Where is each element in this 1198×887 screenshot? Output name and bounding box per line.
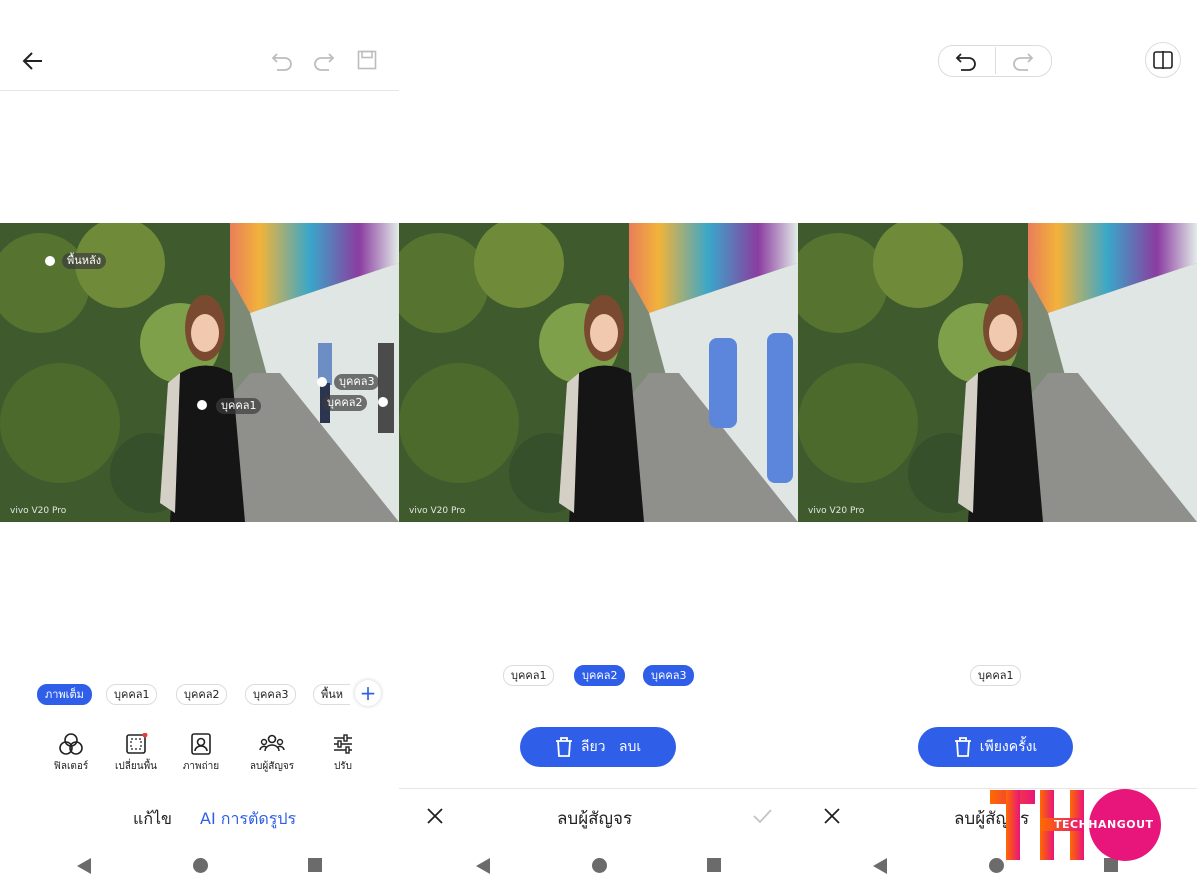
add-chip-button[interactable]: + [355,680,381,706]
portrait-icon [191,733,211,755]
chip-person1[interactable]: บุคคล1 [503,665,555,686]
chip-person2[interactable]: บุคคล2 [574,665,626,686]
delete-button[interactable]: เพียงครั้งเ [918,727,1073,767]
trash-icon [555,737,572,757]
chip-person3[interactable]: บุคคล3 [643,665,695,686]
redo-icon[interactable] [1012,51,1034,71]
footer-divider [399,788,798,789]
chip-person1[interactable]: บุคคล1 [970,665,1022,686]
photo-canvas[interactable]: พื้นหลัง บุคคล1 บุคคล3 บุคคล2 vivo V20 P… [0,223,399,522]
background-tag[interactable]: พื้นหลัง [62,253,107,269]
remove-passerby-panel-select: vivo V20 Pro บุคคล1 บุคคล2 บุคคล3 ลียว ล… [399,0,798,887]
nav-recents-button[interactable] [707,858,721,872]
nav-home-button[interactable] [193,858,208,873]
chip-full-image[interactable]: ภาพเต็ม [37,684,92,705]
chip-background[interactable]: พื้นห [313,684,351,705]
confirm-check-icon[interactable] [752,808,772,824]
chip-person3[interactable]: บุคคล3 [245,684,297,705]
compare-icon [1153,51,1173,69]
tool-change-background-label: เปลี่ยนพื้น [114,761,158,772]
filter-icon [59,733,83,755]
remove-passerby-panel-result: vivo V20 Pro บุคคล1 เพียงครั้งเ ลบผู้สัญ… [798,0,1197,887]
adjust-icon [334,734,352,754]
tool-remove-passerby-label: ลบผู้สัญจร [249,761,295,772]
person2-point[interactable] [378,397,388,407]
nav-recents-button[interactable] [308,858,322,872]
remove-passerby-icon [259,734,285,752]
nav-back-button[interactable] [476,858,490,874]
undo-icon[interactable] [271,51,293,71]
tool-remove-passerby[interactable]: ลบผู้สัญจร [242,733,302,774]
photo-canvas[interactable]: vivo V20 Pro [399,223,798,522]
camera-watermark: vivo V20 Pro [409,506,466,516]
camera-watermark: vivo V20 Pro [10,506,67,516]
footer-title: ลบผู้สัญจร [557,809,633,829]
save-icon[interactable] [357,50,377,70]
photo-image [798,223,1197,522]
back-arrow-icon[interactable] [22,50,44,72]
tool-filter-label: ฟิลเตอร์ [53,761,89,772]
delete-button-label: ลียว ลบเ [580,739,642,755]
person3-point[interactable] [317,377,327,387]
toolbar-divider [0,90,399,91]
compare-button[interactable] [1145,42,1181,78]
nav-back-button[interactable] [873,858,887,874]
photo-image [0,223,399,522]
chip-person2[interactable]: บุคคล2 [176,684,228,705]
photo-canvas[interactable]: vivo V20 Pro [798,223,1197,522]
delete-button-label: เพียงครั้งเ [979,739,1038,755]
person1-tag[interactable]: บุคคล1 [216,398,262,414]
tool-portrait[interactable]: ภาพถ่าย [171,733,231,774]
trash-icon [954,737,971,757]
change-background-icon [126,733,148,754]
editor-panel-main: พื้นหลัง บุคคล1 บุคคล3 บุคคล2 vivo V20 P… [0,0,399,887]
tool-filter[interactable]: ฟิลเตอร์ [41,733,101,774]
person3-tag[interactable]: บุคคล3 [334,374,380,390]
techhangout-logo: TECHHANGOUT [990,788,1165,863]
close-icon[interactable] [824,808,840,824]
plus-icon: + [359,681,377,705]
photo-image [399,223,798,522]
tool-portrait-label: ภาพถ่าย [182,761,220,772]
person2-tag[interactable]: บุคคล2 [322,395,368,411]
tool-adjust[interactable]: ปรับ [313,733,373,774]
chip-person1[interactable]: บุคคล1 [106,684,158,705]
tool-adjust-label: ปรับ [333,761,353,772]
camera-watermark: vivo V20 Pro [808,506,865,516]
person1-point[interactable] [197,400,207,410]
tab-edit[interactable]: แก้ไข [133,807,172,832]
tool-change-background[interactable]: เปลี่ยนพื้น [106,733,166,774]
delete-button[interactable]: ลียว ลบเ [520,727,676,767]
undo-icon[interactable] [955,51,977,71]
tab-ai-crop[interactable]: AI การตัดรูปร [200,807,296,832]
nav-back-button[interactable] [77,858,91,874]
background-point[interactable] [45,256,55,266]
undo-redo-divider [995,47,996,74]
logo-text: TECHHANGOUT [1054,818,1154,831]
close-icon[interactable] [427,808,443,824]
redo-icon[interactable] [313,51,335,71]
nav-home-button[interactable] [592,858,607,873]
